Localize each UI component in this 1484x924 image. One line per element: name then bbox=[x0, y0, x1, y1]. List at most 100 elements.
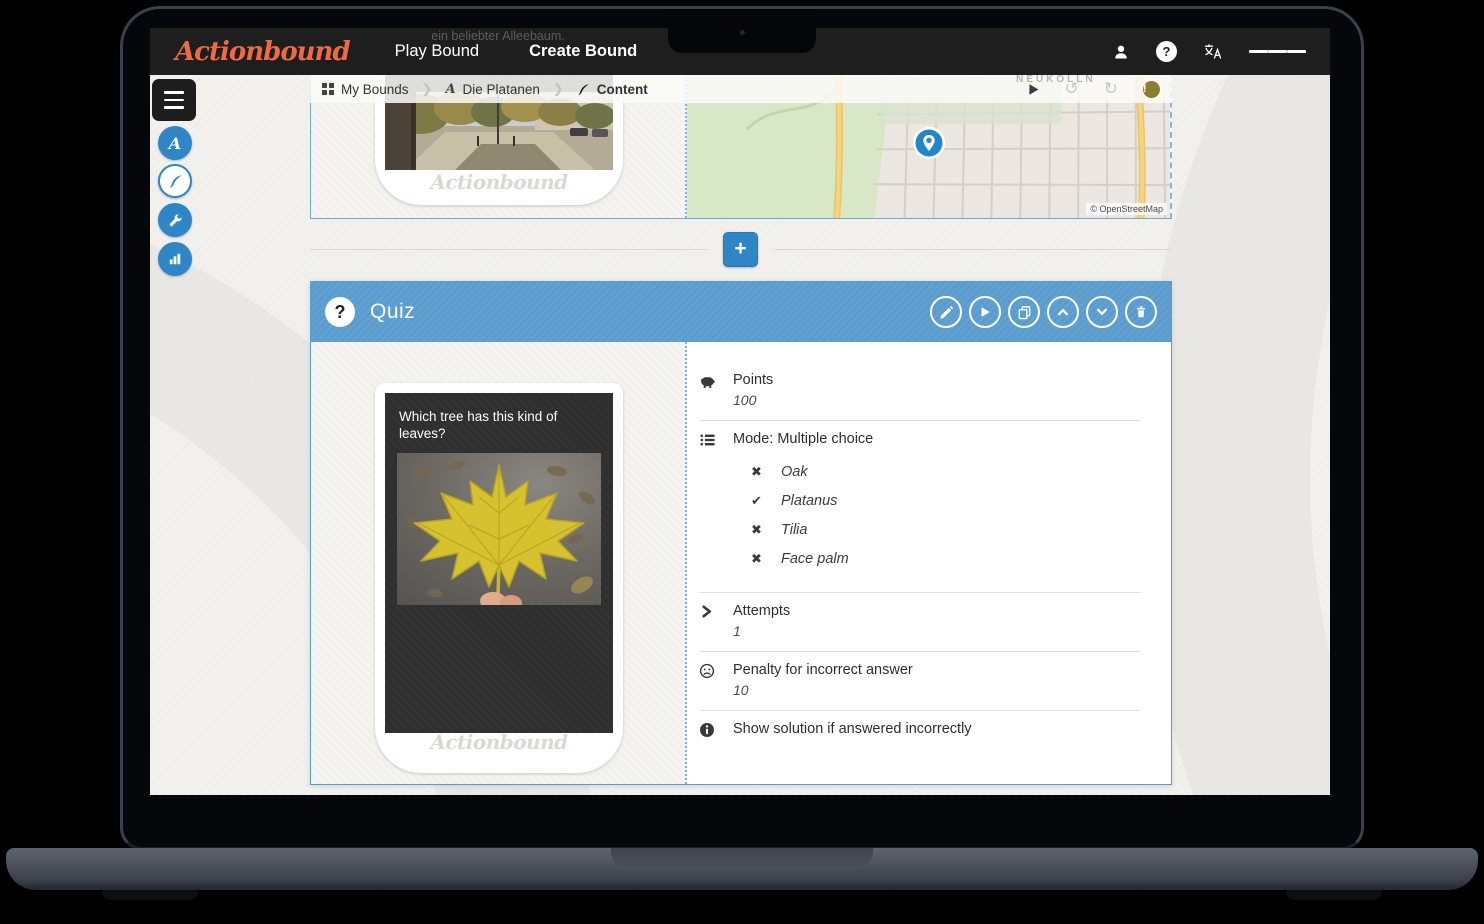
trash-icon bbox=[1134, 305, 1148, 319]
move-down-button[interactable] bbox=[1086, 296, 1118, 328]
attempts-value: 1 bbox=[733, 623, 1141, 639]
answer-option-label: Platanus bbox=[781, 493, 837, 509]
points-row: Points 100 bbox=[699, 362, 1141, 421]
sidebar-item-results[interactable] bbox=[158, 242, 192, 276]
nav-play-bound[interactable]: Play Bound bbox=[370, 28, 504, 75]
answer-option: ✖ Oak bbox=[751, 464, 1141, 480]
chevron-up-icon bbox=[1056, 305, 1070, 319]
breadcrumb-content[interactable]: Content bbox=[577, 82, 648, 97]
quiz-card: ? Quiz bbox=[310, 281, 1172, 785]
quiz-preview-panel: Which tree has this kind of leaves? bbox=[311, 342, 687, 784]
bound-a-icon: A bbox=[445, 82, 455, 97]
preview-button[interactable] bbox=[969, 296, 1001, 328]
quiz-card-actions bbox=[930, 296, 1157, 328]
wrong-mark-icon: ✖ bbox=[751, 552, 766, 567]
duplicate-button[interactable] bbox=[1008, 296, 1040, 328]
sidebar-item-content[interactable] bbox=[158, 164, 192, 198]
edit-button[interactable] bbox=[930, 296, 962, 328]
quiz-card-title: Quiz bbox=[370, 300, 415, 324]
copy-icon bbox=[1017, 305, 1032, 320]
mode-row: Mode: Multiple choice ✖ Oak ✔ Platanus bbox=[699, 421, 1141, 593]
laptop-foot bbox=[1286, 890, 1382, 900]
attempts-row: Attempts 1 bbox=[699, 593, 1141, 652]
language-icon[interactable] bbox=[1204, 44, 1222, 59]
penalty-value: 10 bbox=[733, 682, 1141, 698]
laptop-lid: Actionbound bbox=[120, 6, 1364, 850]
nav-links: Play Bound Create Bound bbox=[370, 28, 663, 75]
info-icon bbox=[699, 721, 733, 743]
breadcrumb-bound[interactable]: A Die Platanen bbox=[445, 82, 539, 97]
chevron-down-icon bbox=[1095, 305, 1109, 319]
quiz-question-text: Which tree has this kind of leaves? bbox=[385, 393, 613, 451]
bound-toolbar: ↺ ↻ ! bbox=[1027, 81, 1161, 98]
map-marker[interactable] bbox=[912, 126, 946, 160]
feather-icon bbox=[577, 83, 590, 96]
divider bbox=[310, 249, 708, 250]
browser-viewport: Actionbound bbox=[150, 28, 1330, 795]
laptop-base-groove bbox=[611, 848, 873, 868]
map-attribution: © OpenStreetMap bbox=[1086, 203, 1167, 215]
divider bbox=[774, 249, 1172, 250]
bound-a-icon: A bbox=[169, 134, 181, 153]
laptop-mockup: Actionbound bbox=[0, 0, 1484, 924]
actionbound-watermark: Actionbound bbox=[375, 730, 623, 754]
actionbound-watermark: Actionbound bbox=[375, 170, 623, 194]
leaf-photo bbox=[397, 453, 601, 605]
delete-button[interactable] bbox=[1125, 296, 1157, 328]
move-up-button[interactable] bbox=[1047, 296, 1079, 328]
pencil-icon bbox=[939, 305, 954, 320]
correct-mark-icon: ✔ bbox=[751, 494, 766, 509]
laptop-foot bbox=[102, 890, 198, 900]
navbar-icons: ? bbox=[1113, 41, 1306, 62]
phone-preview: Which tree has this kind of leaves? bbox=[375, 383, 623, 773]
redo-button[interactable]: ↻ bbox=[1104, 81, 1118, 98]
chevron-right-icon bbox=[699, 603, 733, 639]
wrong-mark-icon: ✖ bbox=[751, 523, 766, 538]
street-photo bbox=[385, 92, 613, 170]
list-icon bbox=[699, 431, 733, 580]
solution-label: Show solution if answered incorrectly bbox=[733, 721, 1141, 737]
actionbound-logo[interactable]: Actionbound bbox=[175, 37, 350, 67]
play-icon bbox=[1027, 83, 1040, 96]
frown-face-icon bbox=[699, 662, 733, 698]
points-label: Points bbox=[733, 372, 1141, 388]
quiz-card-header: ? Quiz bbox=[311, 282, 1171, 342]
camera-notch bbox=[668, 9, 816, 53]
user-icon[interactable] bbox=[1113, 44, 1129, 60]
breadcrumb-separator: ❯ bbox=[553, 82, 564, 97]
menu-icon[interactable] bbox=[1249, 47, 1306, 56]
grid-icon bbox=[322, 83, 334, 95]
nav-create-bound[interactable]: Create Bound bbox=[504, 28, 662, 75]
answer-option: ✖ Face palm bbox=[751, 551, 1141, 567]
mode-label: Mode: Multiple choice bbox=[733, 431, 1141, 447]
piggy-bank-icon bbox=[699, 372, 733, 408]
answer-option: ✔ Platanus bbox=[751, 493, 1141, 509]
play-icon bbox=[978, 305, 992, 319]
answer-option-label: Face palm bbox=[781, 551, 849, 567]
add-element-button[interactable]: + bbox=[723, 232, 758, 267]
penalty-row: Penalty for incorrect answer 10 bbox=[699, 652, 1141, 711]
points-value: 100 bbox=[733, 392, 1141, 408]
play-preview-button[interactable] bbox=[1027, 83, 1040, 96]
penalty-label: Penalty for incorrect answer bbox=[733, 662, 1141, 678]
breadcrumb-separator: ❯ bbox=[422, 82, 433, 97]
breadcrumb: My Bounds ❯ A Die Platanen ❯ Content bbox=[310, 75, 1172, 103]
alert-icon[interactable]: ! bbox=[1143, 81, 1160, 98]
quiz-type-icon: ? bbox=[325, 297, 355, 327]
quiz-settings-panel: Points 100 Mode: Multiple choice bbox=[687, 342, 1171, 784]
sidebar-item-settings[interactable] bbox=[158, 203, 192, 237]
chart-icon bbox=[168, 252, 182, 266]
wrench-icon bbox=[168, 213, 183, 228]
feather-icon bbox=[168, 174, 183, 189]
answer-option-label: Tilia bbox=[781, 522, 807, 538]
quiz-card-body: Which tree has this kind of leaves? bbox=[311, 342, 1171, 784]
attempts-label: Attempts bbox=[733, 603, 1141, 619]
breadcrumb-my-bounds[interactable]: My Bounds bbox=[322, 82, 409, 97]
phone-screen: Which tree has this kind of leaves? bbox=[385, 393, 613, 733]
help-icon[interactable]: ? bbox=[1156, 41, 1177, 62]
solution-row: Show solution if answered incorrectly bbox=[699, 711, 1141, 755]
sidebar-item-bound[interactable]: A bbox=[158, 126, 192, 160]
sidebar-menu-button[interactable] bbox=[152, 79, 196, 121]
wrong-mark-icon: ✖ bbox=[751, 465, 766, 480]
undo-button[interactable]: ↺ bbox=[1065, 81, 1079, 98]
